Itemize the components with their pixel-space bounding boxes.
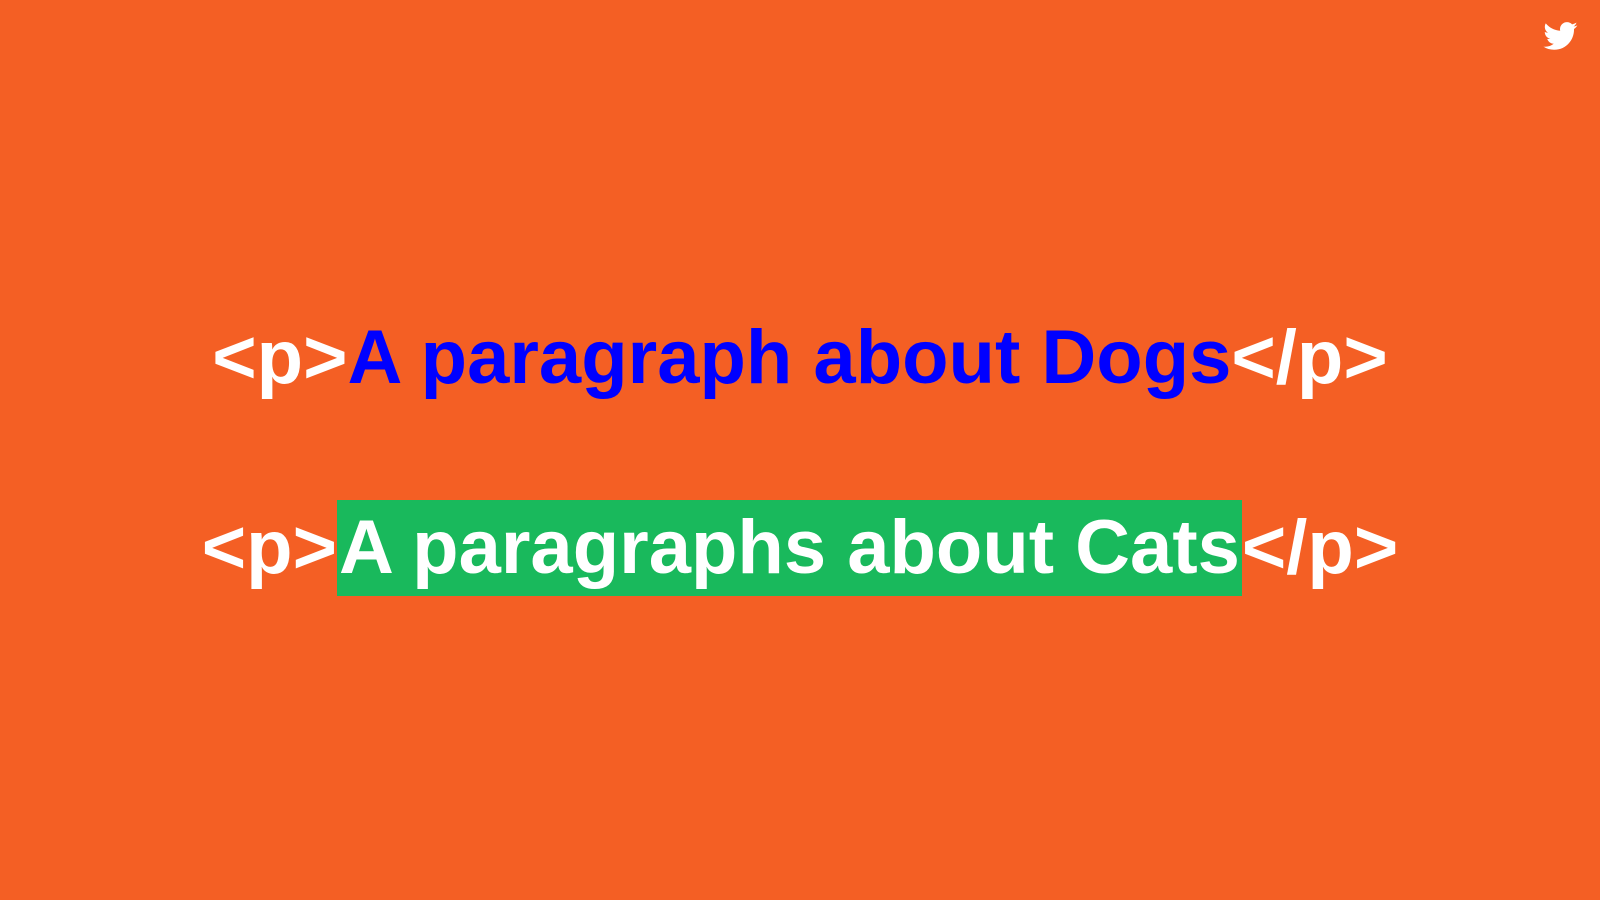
cats-paragraph-line: <p>A paragraphs about Cats</p> bbox=[0, 500, 1600, 596]
dogs-paragraph-line: <p>A paragraph about Dogs</p> bbox=[0, 310, 1600, 406]
open-tag: <p> bbox=[212, 315, 348, 400]
dogs-paragraph-text: A paragraph about Dogs bbox=[347, 315, 1232, 400]
cats-paragraph-text-highlighted: A paragraphs about Cats bbox=[336, 500, 1242, 596]
twitter-bird-icon[interactable] bbox=[1540, 18, 1580, 54]
close-tag: </p> bbox=[1241, 505, 1399, 590]
close-tag: </p> bbox=[1231, 315, 1388, 400]
open-tag: <p> bbox=[201, 505, 337, 590]
slide: <p>A paragraph about Dogs</p> <p>A parag… bbox=[0, 0, 1600, 900]
